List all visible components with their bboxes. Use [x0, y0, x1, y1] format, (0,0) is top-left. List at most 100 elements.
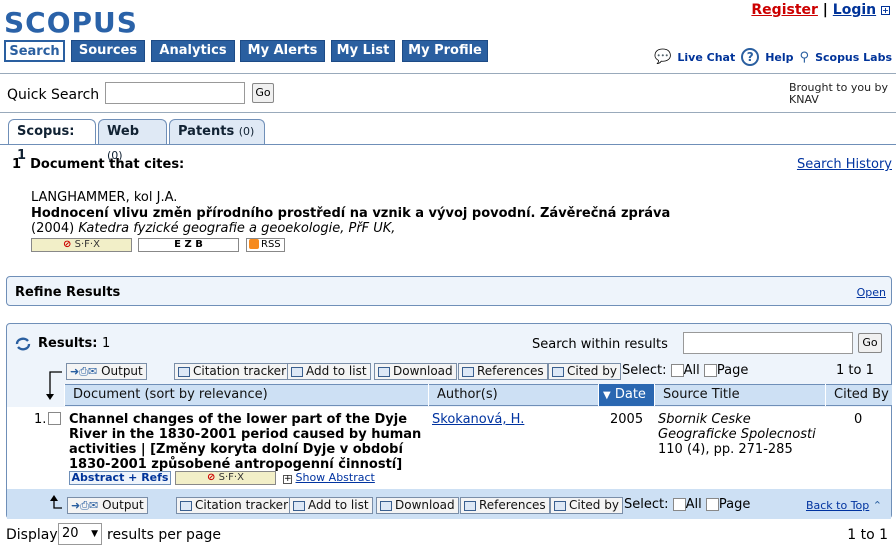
- refine-results-title: Refine Results: [15, 285, 121, 300]
- rss-button[interactable]: RSS: [246, 238, 285, 252]
- plus-icon[interactable]: +: [881, 5, 890, 15]
- per-page-select[interactable]: 20 ▼: [58, 523, 102, 545]
- add-to-list-label-bottom: Add to list: [308, 498, 369, 512]
- col-document[interactable]: Document (sort by relevance): [64, 384, 428, 406]
- select-arrow-icon: [46, 371, 62, 400]
- col-cited-by[interactable]: Cited By: [825, 384, 892, 406]
- tab-patents[interactable]: Patents (0): [169, 119, 265, 144]
- quick-search-input[interactable]: [105, 82, 245, 104]
- download-button-bottom[interactable]: Download: [376, 497, 459, 514]
- sfx-label: S·F·X: [74, 239, 100, 250]
- select-label: Select:: [622, 363, 667, 378]
- output-label-bottom: Output: [102, 498, 144, 512]
- cited-by-button-bottom[interactable]: Cited by: [550, 497, 623, 514]
- result-year: 2005: [610, 412, 644, 427]
- labs-icon[interactable]: ⚲: [800, 50, 810, 65]
- nav-tab-sources[interactable]: Sources: [71, 40, 145, 62]
- select-controls-bottom: Select: All Page: [624, 497, 750, 512]
- output-icons: ➜⎙✉: [70, 365, 98, 378]
- citation-tracker-button[interactable]: Citation tracker: [174, 363, 290, 380]
- results-count: 1: [101, 336, 111, 351]
- select-all-checkbox[interactable]: [670, 364, 684, 377]
- login-link[interactable]: Login: [833, 2, 876, 18]
- result-source-title[interactable]: Sbornik Ceske Geograficke Spolecnosti: [658, 412, 826, 442]
- add-to-list-button-bottom[interactable]: Add to list: [289, 497, 373, 514]
- add-to-list-button[interactable]: Add to list: [287, 363, 371, 380]
- chevron-up-icon[interactable]: ⌃: [873, 499, 882, 512]
- col-authors[interactable]: Author(s): [428, 384, 598, 406]
- select-page-checkbox-bottom[interactable]: [705, 498, 719, 511]
- citation-tracker-icon-bottom: [180, 500, 192, 511]
- add-to-list-icon: [291, 366, 303, 377]
- col-date[interactable]: ▼ Date: [598, 384, 654, 406]
- quick-search-go-button[interactable]: Go: [252, 83, 274, 103]
- live-chat-link[interactable]: Live Chat: [677, 51, 735, 64]
- select-all-label-bottom: All: [685, 497, 702, 512]
- search-within-input[interactable]: [683, 332, 853, 354]
- tab-patents-count: (0): [238, 125, 255, 138]
- references-button[interactable]: References: [458, 363, 548, 380]
- result-title-link[interactable]: Channel changes of the lower part of the…: [69, 412, 424, 472]
- col-source-title[interactable]: Source Title: [654, 384, 825, 406]
- ezb-button[interactable]: E Z B: [138, 238, 239, 252]
- result-author-link[interactable]: Skokanová, H.: [432, 412, 524, 427]
- nav-tab-my-alerts[interactable]: My Alerts: [240, 40, 325, 62]
- rss-icon: [249, 239, 259, 249]
- cited-by-label: Cited by: [567, 364, 617, 378]
- quick-search-divider: [0, 112, 896, 113]
- references-icon-bottom: [464, 500, 476, 511]
- cited-by-label-bottom: Cited by: [569, 498, 619, 512]
- select-page-checkbox[interactable]: [703, 364, 717, 377]
- show-abstract-link[interactable]: Show Abstract: [296, 471, 375, 484]
- select-all-label: All: [683, 363, 700, 378]
- output-button-bottom[interactable]: ➜⎙✉ Output: [67, 497, 148, 514]
- header-divider: [0, 73, 896, 74]
- scopus-labs-link[interactable]: Scopus Labs: [815, 51, 892, 64]
- help-icon[interactable]: ?: [741, 48, 760, 66]
- cited-by-button[interactable]: Cited by: [548, 363, 621, 380]
- download-button[interactable]: Download: [374, 363, 457, 380]
- refine-open-link[interactable]: Open: [857, 286, 886, 299]
- nav-tab-my-list[interactable]: My List: [331, 40, 395, 62]
- row-checkbox[interactable]: [48, 412, 61, 425]
- tab-web[interactable]: Web (0): [98, 119, 167, 162]
- select-page-label: Page: [716, 363, 749, 378]
- select-controls-top: Select: All Page: [622, 363, 748, 378]
- rss-label: RSS: [261, 239, 281, 250]
- search-history-link[interactable]: Search History: [797, 157, 892, 172]
- nav-tab-my-profile[interactable]: My Profile: [402, 40, 488, 62]
- back-to-top-link[interactable]: Back to Top: [806, 499, 869, 512]
- select-arrow-up-icon: [50, 495, 62, 509]
- cited-by-icon: [552, 366, 564, 377]
- citation-tracker-label-bottom: Citation tracker: [195, 498, 288, 512]
- top-links: Register | Login +: [751, 2, 890, 18]
- cited-doc-authors: LANGHAMMER, kol J.A.: [31, 190, 178, 205]
- expand-icon[interactable]: +: [283, 475, 292, 484]
- register-link[interactable]: Register: [751, 2, 818, 18]
- references-label-bottom: References: [479, 498, 546, 512]
- output-button[interactable]: ➜⎙✉ Output: [66, 363, 147, 380]
- tab-baseline: [0, 144, 896, 145]
- references-button-bottom[interactable]: References: [460, 497, 550, 514]
- abstract-refs-button[interactable]: Abstract + Refs: [69, 471, 171, 485]
- nav-tab-search[interactable]: Search: [4, 40, 65, 62]
- scopus-logo: SCOPUS: [4, 6, 138, 39]
- nav-tab-analytics[interactable]: Analytics: [151, 40, 235, 62]
- help-link[interactable]: Help: [765, 51, 793, 64]
- select-all-checkbox-bottom[interactable]: [672, 498, 686, 511]
- results-heading: Results: 1: [14, 336, 110, 351]
- citation-tracker-button-bottom[interactable]: Citation tracker: [176, 497, 292, 514]
- add-to-list-icon-bottom: [293, 500, 305, 511]
- add-to-list-label: Add to list: [306, 364, 367, 378]
- select-page-label-bottom: Page: [718, 497, 751, 512]
- tab-scopus[interactable]: Scopus: 1: [8, 119, 96, 163]
- live-chat-icon[interactable]: 💬: [654, 49, 671, 65]
- result-cited-count: 0: [854, 412, 863, 427]
- row-sfx-button[interactable]: ⊘ S·F·X: [175, 471, 276, 485]
- institution-name: KNAV: [789, 93, 819, 106]
- row-sfx-label: S·F·X: [218, 472, 244, 483]
- tab-web-label: Web: [107, 124, 139, 139]
- search-within-go-button[interactable]: Go: [858, 333, 882, 353]
- sfx-button[interactable]: ⊘ S·F·X: [31, 238, 132, 252]
- refine-results-panel: [6, 276, 892, 306]
